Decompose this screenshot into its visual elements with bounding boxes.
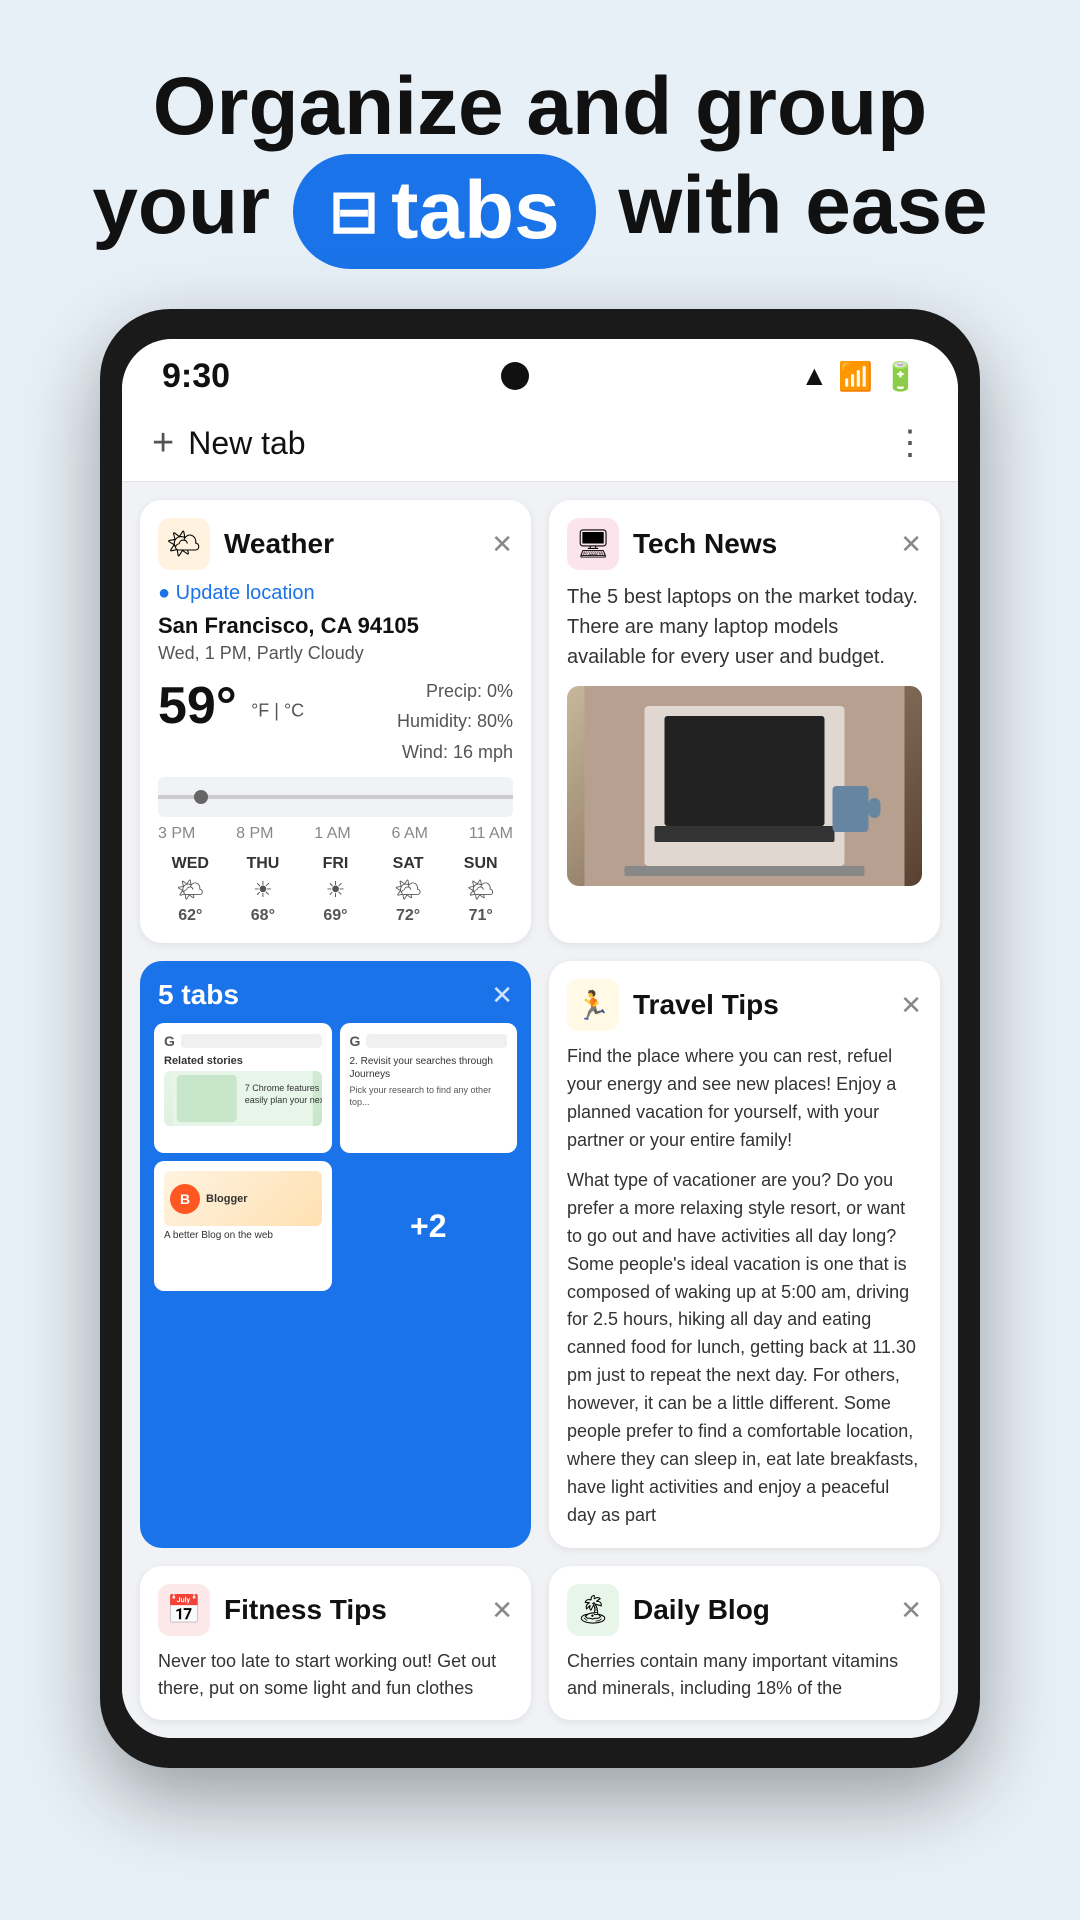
humidity: Humidity: 80% [397,706,513,737]
weather-icon: 🌤 [158,518,210,570]
phone-mockup: 9:30 ▲ 📶 🔋 + New tab ⋮ 🌤 Weather ✕ [100,309,980,1768]
signal-icon: 📶 [838,360,873,393]
travel-para2: What type of vacationer are you? Do you … [567,1167,922,1530]
weather-location: San Francisco, CA 94105 [158,613,513,639]
weather-details: Precip: 0% Humidity: 80% Wind: 16 mph [397,676,513,768]
weather-card-header: 🌤 Weather ✕ [140,500,531,582]
daily-close-button[interactable]: ✕ [900,1597,922,1623]
weather-description: Wed, 1 PM, Partly Cloudy [158,643,513,664]
weather-title: Weather [224,528,477,560]
tabs-pill: ⊟ tabs [293,154,596,268]
temp-value: 59 [158,677,216,735]
tabs-mini-grid: G Related stories 7 Chrome features to e… [140,1023,531,1305]
travel-icon: 🏃 [567,979,619,1031]
daily-blog-card[interactable]: 🏝 Daily Blog ✕ Cherries contain many imp… [549,1566,940,1720]
chrome-bar[interactable]: + New tab ⋮ [122,406,958,482]
tech-card-header: 🖥 Tech News ✕ [549,500,940,582]
svg-text:7 Chrome features to: 7 Chrome features to [245,1083,322,1093]
tech-icon: 🖥 [567,518,619,570]
tech-news-card[interactable]: 🖥 Tech News ✕ The 5 best laptops on the … [549,500,940,944]
travel-close-button[interactable]: ✕ [900,992,922,1018]
pill-text: tabs [391,164,560,258]
tabs-group-label: 5 tabs [158,979,491,1011]
travel-tips-card[interactable]: 🏃 Travel Tips ✕ Find the place where you… [549,961,940,1547]
travel-body: Find the place where you can rest, refue… [549,1043,940,1547]
weather-temperature: 59° [158,677,251,735]
hero-line1-text: Organize and group [153,61,927,152]
weather-close-button[interactable]: ✕ [491,531,513,557]
tech-title: Tech News [633,528,886,560]
fitness-close-button[interactable]: ✕ [491,1597,513,1623]
tabs-group-header: 5 tabs ✕ [140,961,531,1023]
fitness-text: Never too late to start working out! Get… [140,1648,531,1720]
weather-body: Update location San Francisco, CA 94105 … [140,582,531,944]
forecast-thu: THU ☀ 68° [231,855,296,925]
travel-title: Travel Tips [633,989,886,1021]
camera-dot [501,362,529,390]
fitness-tips-card[interactable]: 📅 Fitness Tips ✕ Never too late to start… [140,1566,531,1720]
blogger-icon: B [170,1184,200,1214]
tech-text: The 5 best laptops on the market today. … [567,582,922,672]
plus-label: +2 [410,1208,446,1245]
weather-unit: °F | °C [251,700,304,720]
mini-tab-plus[interactable]: +2 [340,1161,518,1291]
new-tab-label: New tab [188,425,893,462]
mini-tab-3[interactable]: B Blogger A better Blog on the web [154,1161,332,1291]
fitness-card-header: 📅 Fitness Tips ✕ [140,1566,531,1648]
hero-prefix: your [92,160,270,251]
travel-para1: Find the place where you can rest, refue… [567,1043,922,1155]
weather-times: 3 PM 8 PM 1 AM 6 AM 11 AM [158,825,513,843]
mini-tab-1-search [181,1034,322,1048]
hero-suffix: with ease [619,160,988,251]
status-icons: ▲ 📶 🔋 [801,360,918,393]
status-time: 9:30 [162,357,230,396]
chrome-menu-button[interactable]: ⋮ [893,423,928,463]
weather-card[interactable]: 🌤 Weather ✕ Update location San Francisc… [140,500,531,944]
mini-tab-2-search [366,1034,507,1048]
weather-timeline [158,777,513,817]
mini-tab-2[interactable]: G 2. Revisit your searches through Journ… [340,1023,518,1153]
daily-title: Daily Blog [633,1594,886,1626]
fitness-icon: 📅 [158,1584,210,1636]
travel-text: Find the place where you can rest, refue… [567,1043,922,1529]
weather-update-location[interactable]: Update location [158,582,513,605]
tabs-group-card[interactable]: 5 tabs ✕ G Related stories [140,961,531,1547]
tech-close-button[interactable]: ✕ [900,531,922,557]
weather-forecast: WED 🌤 62° THU ☀ 68° FRI ☀ 69° [158,855,513,925]
wifi-icon: ▲ [801,360,829,392]
daily-text: Cherries contain many important vitamins… [549,1648,940,1720]
forecast-sat: SAT 🌤 72° [376,855,441,925]
forecast-fri: FRI ☀ 69° [303,855,368,925]
svg-text:easily plan your next trip: easily plan your next trip [245,1095,322,1105]
daily-icon: 🏝 [567,1584,619,1636]
tabs-icon: ⊟ [329,177,379,246]
tech-body: The 5 best laptops on the market today. … [549,582,940,904]
daily-card-header: 🏝 Daily Blog ✕ [549,1566,940,1648]
precip: Precip: 0% [397,676,513,707]
fitness-title: Fitness Tips [224,1594,477,1626]
cards-grid: 🌤 Weather ✕ Update location San Francisc… [122,482,958,1738]
mini-tab-1-img: 7 Chrome features to easily plan your ne… [164,1071,322,1126]
wind: Wind: 16 mph [397,737,513,768]
mini-tab-3-img: B Blogger [164,1171,322,1226]
tabs-group-close-button[interactable]: ✕ [491,980,513,1011]
hero-line2: your ⊟ tabs with ease [60,154,1020,268]
tech-image [567,686,922,886]
hero-line1: Organize and group [60,60,1020,154]
new-tab-plus-icon[interactable]: + [152,422,174,465]
mini-tab-1[interactable]: G Related stories 7 Chrome features to e… [154,1023,332,1153]
forecast-wed: WED 🌤 62° [158,855,223,925]
phone-screen: 9:30 ▲ 📶 🔋 + New tab ⋮ 🌤 Weather ✕ [122,339,958,1738]
forecast-sun: SUN 🌤 71° [448,855,513,925]
battery-icon: 🔋 [883,360,918,393]
travel-card-header: 🏃 Travel Tips ✕ [549,961,940,1043]
status-bar: 9:30 ▲ 📶 🔋 [122,339,958,406]
hero-section: Organize and group your ⊟ tabs with ease [0,0,1080,309]
